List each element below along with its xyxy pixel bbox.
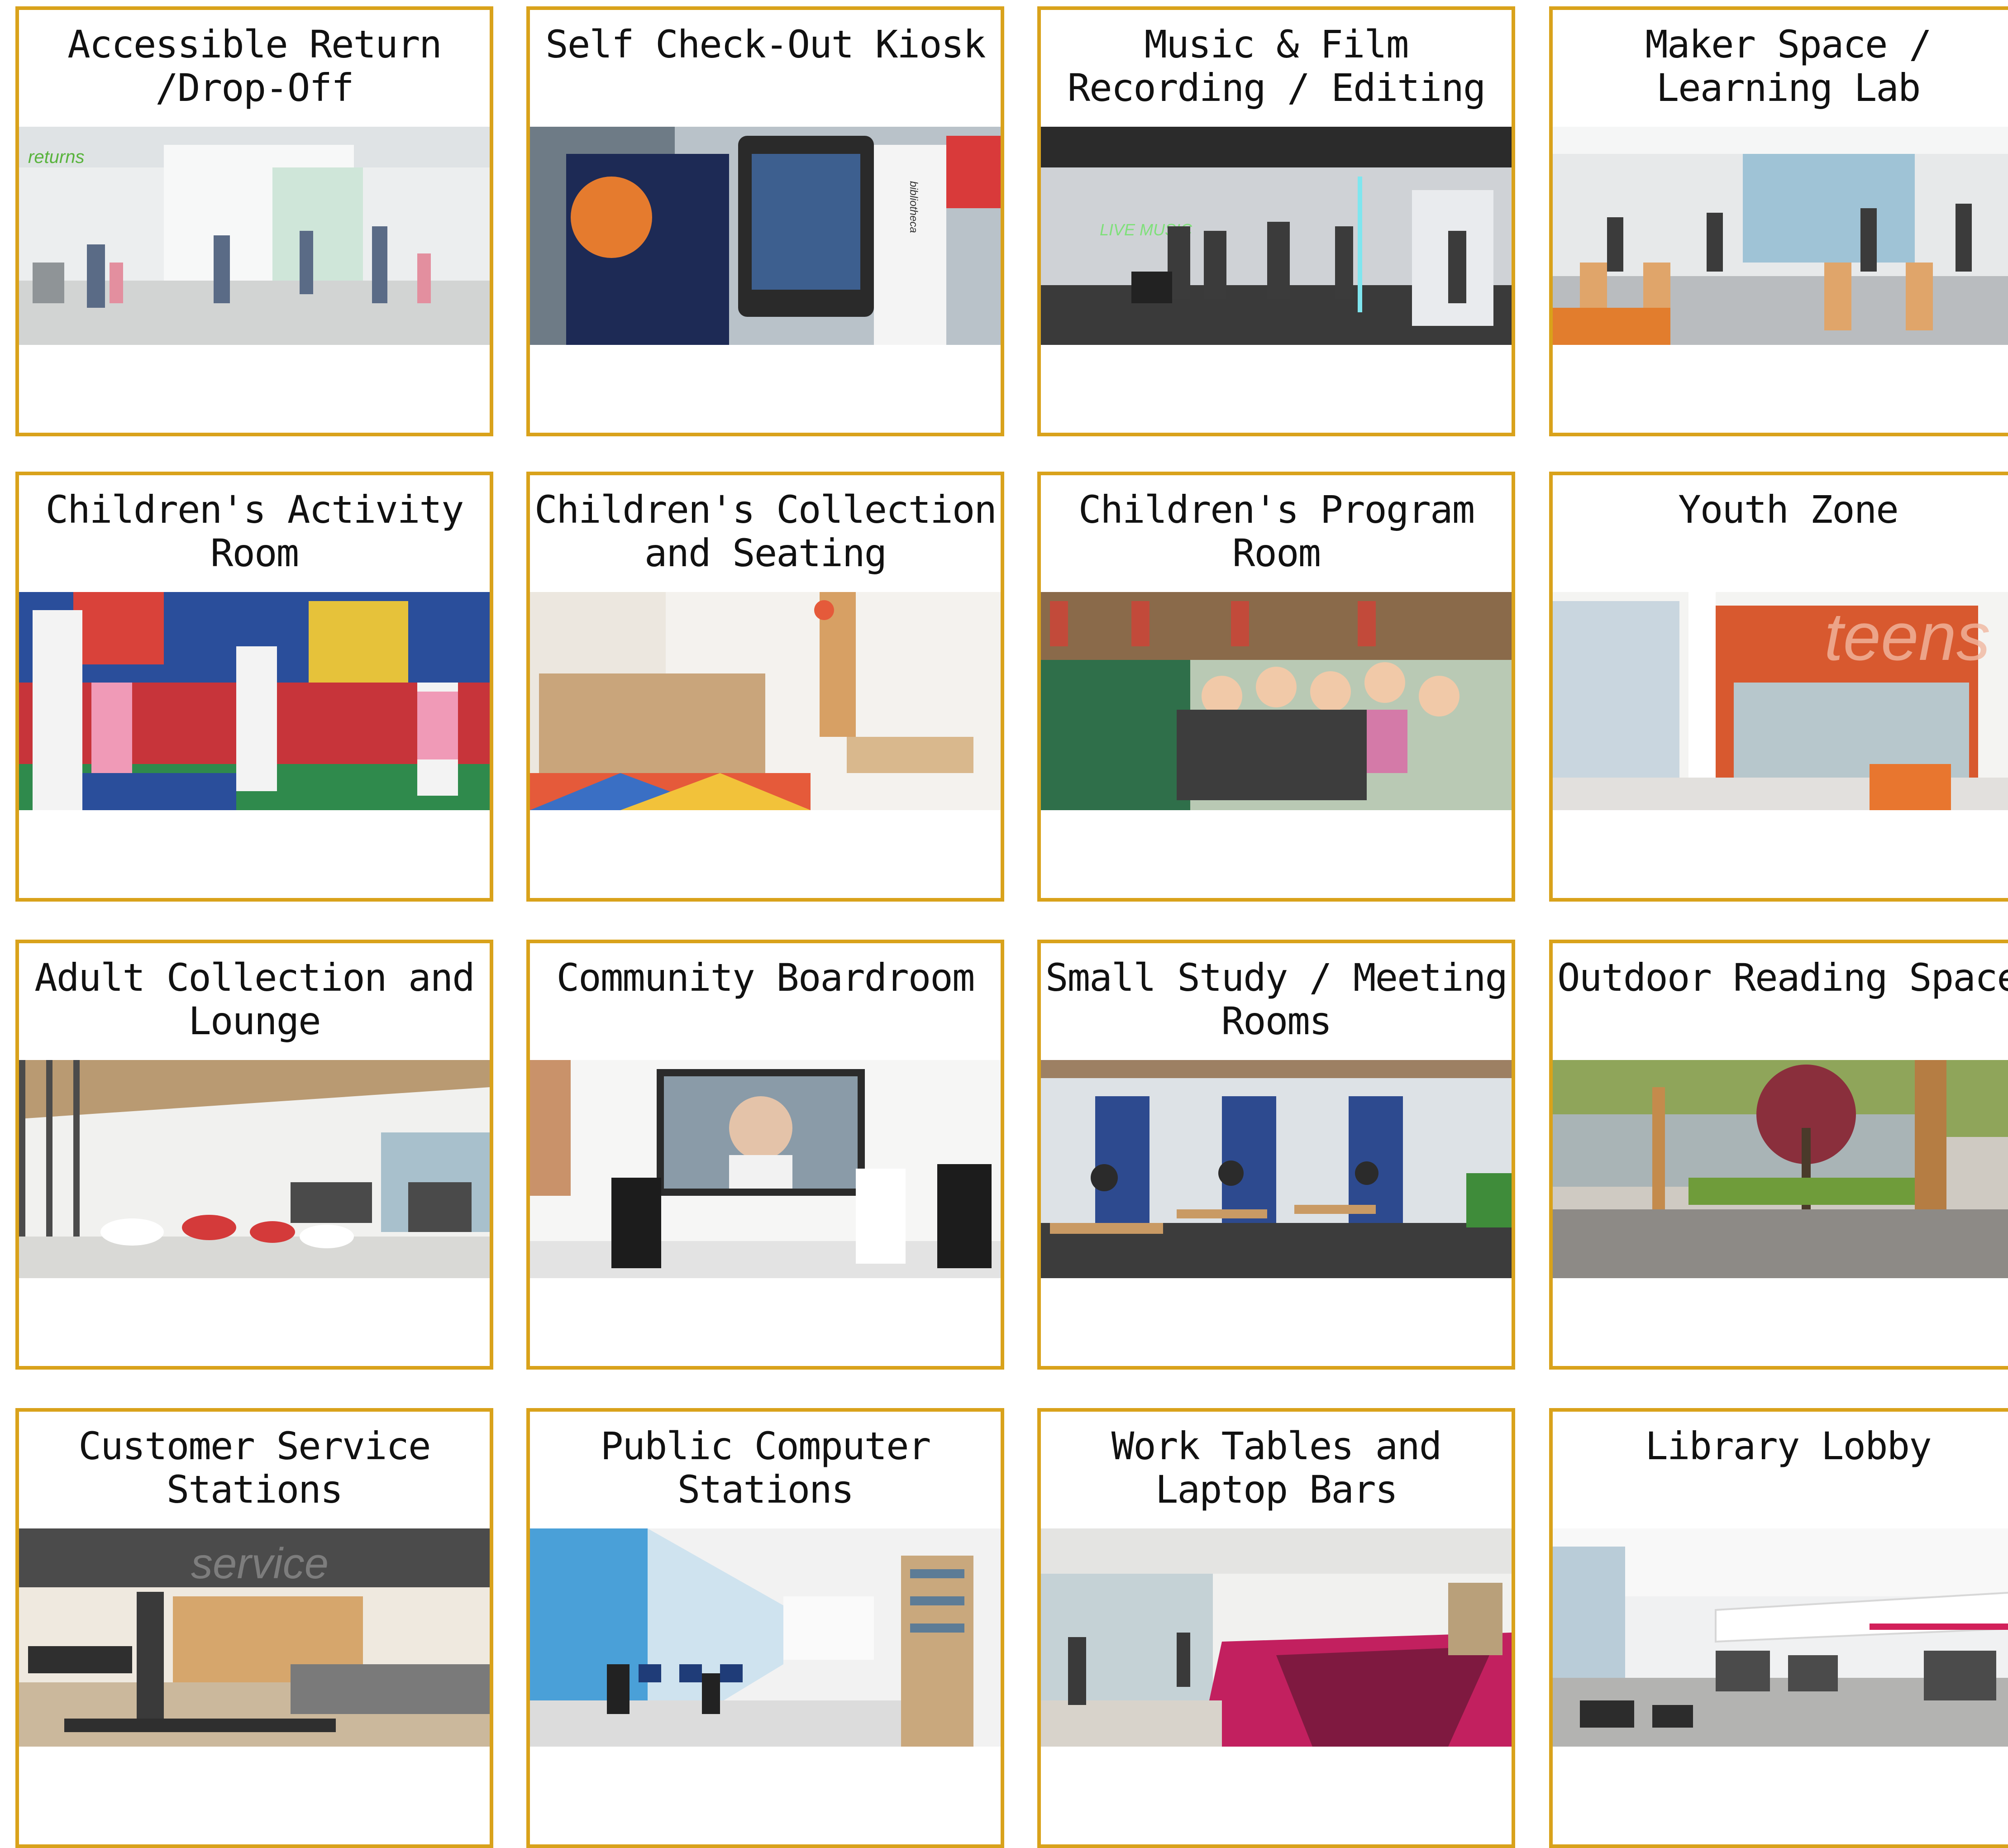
space-card: Library Lobby (1549, 1408, 2008, 1848)
space-card-title: Adult Collection and Lounge (34, 955, 475, 1043)
space-photo (1041, 1060, 1512, 1278)
space-card-title: Community Boardroom (556, 955, 975, 1000)
space-photo-illustration (19, 1060, 490, 1278)
svg-text:service: service (191, 1539, 329, 1588)
space-card-grid: Accessible Return /Drop-Off returns Self… (0, 0, 2008, 1848)
space-card-title: Accessible Return /Drop-Off (67, 22, 442, 110)
space-photo (1041, 592, 1512, 810)
space-card: Self Check-Out Kiosk bibliotheca (526, 6, 1004, 436)
space-photo-illustration: bibliotheca (530, 127, 1001, 345)
space-photo (1553, 1528, 2008, 1747)
space-photo-illustration (1041, 592, 1512, 810)
space-photo: service (19, 1528, 490, 1747)
space-card-title: Music & Film Recording / Editing (1067, 22, 1486, 110)
space-photo-illustration (530, 1060, 1001, 1278)
space-photo-illustration (1041, 1060, 1512, 1278)
space-card-title: Small Study / Meeting Rooms (1045, 955, 1508, 1043)
space-card: Small Study / Meeting Rooms (1037, 940, 1515, 1370)
space-card: Public Computer Stations (526, 1408, 1004, 1848)
space-photo (530, 1060, 1001, 1278)
space-card: Community Boardroom (526, 940, 1004, 1370)
space-photo (19, 592, 490, 810)
space-card: Work Tables and Laptop Bars (1037, 1408, 1515, 1848)
space-card: Youth Zone teens (1549, 472, 2008, 902)
space-photo (530, 592, 1001, 810)
space-photo-illustration: returns (19, 127, 490, 345)
space-card-title: Customer Service Stations (78, 1424, 431, 1512)
space-photo-illustration (19, 592, 490, 810)
space-card: Children's Activity Room (15, 472, 493, 902)
space-card-title: Children's Program Room (1078, 487, 1475, 575)
space-card: Customer Service Stations service (15, 1408, 493, 1848)
space-photo: teens (1553, 592, 2008, 810)
space-card: Adult Collection and Lounge (15, 940, 493, 1370)
space-photo-illustration (1553, 1528, 2008, 1747)
space-card-title: Self Check-Out Kiosk (545, 22, 986, 67)
space-card: Accessible Return /Drop-Off returns (15, 6, 493, 436)
space-photo (19, 1060, 490, 1278)
space-photo-illustration (530, 592, 1001, 810)
space-photo (530, 1528, 1001, 1747)
svg-text:teens: teens (1824, 598, 1990, 674)
space-photo (1041, 1528, 1512, 1747)
space-photo: LIVE MUSIC (1041, 127, 1512, 345)
space-card-title: Outdoor Reading Space (1557, 955, 2008, 1000)
space-card-title: Public Computer Stations (600, 1424, 931, 1512)
svg-text:bibliotheca: bibliotheca (907, 181, 920, 233)
space-photo-illustration (1553, 127, 2008, 345)
space-photo-illustration: service (19, 1528, 490, 1747)
space-card-title: Maker Space / Learning Lab (1645, 22, 1932, 110)
space-photo-illustration: LIVE MUSIC (1041, 127, 1512, 345)
space-photo-illustration (1041, 1528, 1512, 1747)
space-photo: bibliotheca (530, 127, 1001, 345)
space-card: Children's Collection and Seating (526, 472, 1004, 902)
space-photo: returns (19, 127, 490, 345)
space-photo-illustration (530, 1528, 1001, 1747)
svg-text:returns: returns (28, 147, 85, 167)
space-card-title: Children's Activity Room (45, 487, 464, 575)
space-card-title: Children's Collection and Seating (534, 487, 997, 575)
space-photo (1553, 1060, 2008, 1278)
space-photo-illustration: teens (1553, 592, 2008, 810)
space-card: Children's Program Room (1037, 472, 1515, 902)
space-card-title: Library Lobby (1645, 1424, 1932, 1468)
space-photo-illustration (1553, 1060, 2008, 1278)
space-card: Maker Space / Learning Lab (1549, 6, 2008, 436)
space-card: Music & Film Recording / Editing LIVE MU… (1037, 6, 1515, 436)
space-card-title: Youth Zone (1678, 487, 1899, 532)
space-card-title: Work Tables and Laptop Bars (1111, 1424, 1442, 1512)
space-card: Outdoor Reading Space (1549, 940, 2008, 1370)
space-photo (1553, 127, 2008, 345)
